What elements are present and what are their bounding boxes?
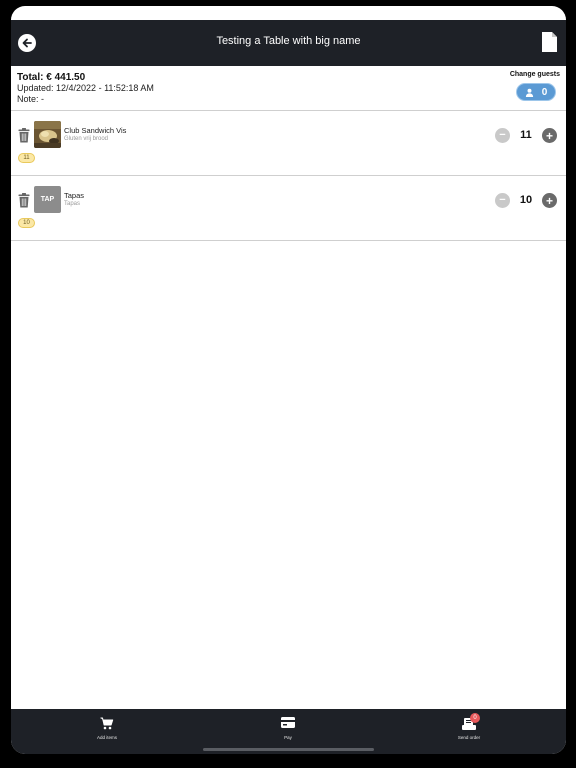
order-total: Total: € 441.50 [17, 72, 86, 83]
updated-timestamp: Updated: 12/4/2022 - 11:52:18 AM [17, 83, 154, 93]
send-order-badge: 0 [470, 713, 480, 723]
item-subtitle: Tapas [64, 201, 81, 207]
order-summary: Total: € 441.50 Updated: 12/4/2022 - 11:… [11, 66, 566, 111]
item-quantity: 11 [520, 129, 532, 141]
guests-count: 0 [541, 86, 548, 98]
cart-icon [100, 717, 114, 730]
item-name: Club Sandwich Vis [64, 126, 127, 135]
tab-label: Add items [96, 735, 117, 740]
tab-pay[interactable]: Pay [248, 717, 328, 740]
tab-add-items[interactable]: Add items [67, 717, 147, 740]
change-guests-label: Change guests [509, 71, 560, 78]
trash-icon[interactable] [18, 193, 30, 208]
app-window: Testing a Table with big name Total: € 4… [11, 6, 566, 754]
sandwich-photo [34, 121, 61, 148]
order-note: Note: - [17, 94, 45, 104]
decrease-quantity-button[interactable]: − [495, 193, 510, 208]
order-item-row: Club Sandwich Vis Gluten vrij brood 11 −… [11, 111, 566, 176]
item-thumbnail: TAP [34, 186, 61, 213]
tab-send-order[interactable]: Send order [429, 717, 509, 740]
tab-label: Send order [457, 735, 481, 740]
top-bar: Testing a Table with big name [11, 20, 566, 66]
item-quantity: 10 [519, 194, 533, 206]
increase-quantity-button[interactable]: + [542, 128, 557, 143]
tab-label: Pay [284, 735, 292, 740]
item-subtitle: Gluten vrij brood [64, 136, 109, 142]
item-thumbnail [34, 121, 61, 148]
page-title: Testing a Table with big name [216, 35, 361, 47]
bottom-tab-bar: Add items Pay Send order 0 [11, 709, 566, 754]
item-name: Tapas [64, 191, 85, 200]
increase-quantity-button[interactable]: + [542, 193, 557, 208]
decrease-quantity-button[interactable]: − [495, 128, 510, 143]
card-icon [281, 717, 295, 728]
order-item-row: TAP Tapas Tapas 10 − 10 + [11, 176, 566, 241]
item-count-badge: 11 [18, 153, 35, 163]
trash-icon[interactable] [18, 128, 30, 143]
item-count-badge: 10 [18, 218, 35, 228]
change-guests-button[interactable]: 0 [516, 83, 556, 101]
document-icon[interactable] [541, 31, 558, 53]
home-indicator [203, 748, 374, 751]
person-icon [525, 88, 533, 97]
